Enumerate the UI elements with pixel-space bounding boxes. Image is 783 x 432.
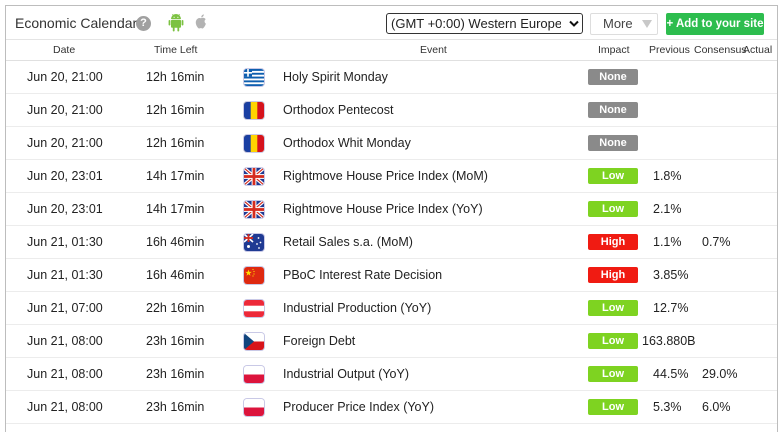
event-date: Jun 20, 23:01 xyxy=(27,169,103,183)
event-previous: 5.3% xyxy=(653,400,682,414)
impact-badge: Low xyxy=(588,168,638,184)
event-date: Jun 20, 21:00 xyxy=(27,136,103,150)
event-previous: 1.8% xyxy=(653,169,682,183)
event-previous: 3.85% xyxy=(653,268,689,282)
more-label: More xyxy=(603,16,633,31)
events-table: Jun 20, 21:00 12h 16min Holy Spirit Monday… xyxy=(6,61,777,424)
col-time-left[interactable]: Time Left xyxy=(154,44,197,56)
event-date: Jun 21, 08:00 xyxy=(27,367,103,381)
table-row[interactable]: Jun 20, 21:00 12h 16min Holy Spirit Monday… xyxy=(6,61,777,94)
table-row[interactable]: Jun 20, 23:01 14h 17min Rightmove House Pr… xyxy=(6,193,777,226)
event-time-left: 16h 46min xyxy=(146,268,205,282)
event-date: Jun 21, 01:30 xyxy=(27,268,103,282)
australia-flag-icon xyxy=(244,234,264,251)
uk-flag-icon xyxy=(244,201,264,218)
event-name[interactable]: Foreign Debt xyxy=(283,334,355,348)
impact-badge: Low xyxy=(588,366,638,382)
event-date: Jun 21, 01:30 xyxy=(27,235,103,249)
android-icon[interactable] xyxy=(168,13,184,33)
economic-calendar-widget: Economic Calendar ? (GMT +0:00) Western … xyxy=(5,5,778,432)
event-time-left: 23h 16min xyxy=(146,400,205,414)
widget-title: Economic Calendar xyxy=(15,15,138,31)
table-row[interactable]: Jun 21, 08:00 23h 16min Foreign Debt Low 163… xyxy=(6,325,777,358)
impact-badge: High xyxy=(588,267,638,283)
more-button[interactable]: More xyxy=(590,13,658,35)
event-name[interactable]: Producer Price Index (YoY) xyxy=(283,400,434,414)
help-icon[interactable]: ? xyxy=(136,16,151,31)
event-name[interactable]: Orthodox Whit Monday xyxy=(283,136,411,150)
greece-flag-icon xyxy=(244,69,264,86)
col-actual[interactable]: Actual xyxy=(743,44,772,56)
event-time-left: 14h 17min xyxy=(146,169,205,183)
event-date: Jun 20, 23:01 xyxy=(27,202,103,216)
uk-flag-icon xyxy=(244,168,264,185)
poland-flag-icon xyxy=(244,366,264,383)
impact-badge: None xyxy=(588,102,638,118)
col-impact[interactable]: Impact xyxy=(598,44,630,56)
table-row[interactable]: Jun 21, 08:00 23h 16min Industrial Output … xyxy=(6,358,777,391)
czech-flag-icon xyxy=(244,333,264,350)
poland-flag-icon xyxy=(244,399,264,416)
calendar-header: Economic Calendar ? (GMT +0:00) Western … xyxy=(6,6,777,40)
event-name[interactable]: Rightmove House Price Index (MoM) xyxy=(283,169,488,183)
table-row[interactable]: Jun 21, 01:30 16h 46min Retail Sales s.a. … xyxy=(6,226,777,259)
event-name[interactable]: Holy Spirit Monday xyxy=(283,70,388,84)
event-date: Jun 21, 08:00 xyxy=(27,400,103,414)
event-name[interactable]: Industrial Production (YoY) xyxy=(283,301,431,315)
event-consensus: 6.0% xyxy=(702,400,731,414)
table-row[interactable]: Jun 20, 21:00 12h 16min Orthodox Pentecost… xyxy=(6,94,777,127)
event-date: Jun 21, 07:00 xyxy=(27,301,103,315)
event-previous: 1.1% xyxy=(653,235,682,249)
col-date[interactable]: Date xyxy=(53,44,75,56)
impact-badge: High xyxy=(588,234,638,250)
romania-flag-icon xyxy=(244,102,264,119)
impact-badge: Low xyxy=(588,300,638,316)
impact-badge: Low xyxy=(588,201,638,217)
event-name[interactable]: PBoC Interest Rate Decision xyxy=(283,268,442,282)
event-time-left: 12h 16min xyxy=(146,136,205,150)
add-to-site-button[interactable]: + Add to your site xyxy=(666,13,764,35)
table-row[interactable]: Jun 21, 01:30 16h 46min PBoC Interest Rate… xyxy=(6,259,777,292)
col-consensus[interactable]: Consensus xyxy=(694,44,747,56)
timezone-value: (GMT +0:00) Western Europe Time xyxy=(391,16,561,31)
event-date: Jun 20, 21:00 xyxy=(27,103,103,117)
impact-badge: None xyxy=(588,69,638,85)
table-row[interactable]: Jun 21, 07:00 22h 16min Industrial Product… xyxy=(6,292,777,325)
timezone-select[interactable]: (GMT +0:00) Western Europe Time xyxy=(386,13,583,34)
event-time-left: 16h 46min xyxy=(146,235,205,249)
event-previous: 12.7% xyxy=(653,301,689,315)
event-previous: 44.5% xyxy=(653,367,689,381)
event-consensus: 0.7% xyxy=(702,235,731,249)
event-name[interactable]: Retail Sales s.a. (MoM) xyxy=(283,235,413,249)
event-consensus: 29.0% xyxy=(702,367,738,381)
event-name[interactable]: Industrial Output (YoY) xyxy=(283,367,409,381)
impact-badge: None xyxy=(588,135,638,151)
col-previous[interactable]: Previous xyxy=(649,44,690,56)
event-name[interactable]: Orthodox Pentecost xyxy=(283,103,393,117)
romania-flag-icon xyxy=(244,135,264,152)
column-headers: Date Time Left Event Impact Previous Con… xyxy=(6,40,777,61)
chevron-down-icon xyxy=(569,20,579,27)
event-time-left: 22h 16min xyxy=(146,301,205,315)
event-time-left: 23h 16min xyxy=(146,367,205,381)
china-flag-icon xyxy=(244,267,264,284)
event-time-left: 12h 16min xyxy=(146,70,205,84)
caret-down-icon xyxy=(642,20,652,28)
table-row[interactable]: Jun 20, 23:01 14h 17min Rightmove House Pr… xyxy=(6,160,777,193)
event-time-left: 23h 16min xyxy=(146,334,205,348)
apple-icon[interactable] xyxy=(193,13,209,32)
impact-badge: Low xyxy=(588,399,638,415)
event-previous: 163.880B xyxy=(642,334,696,348)
event-previous: 2.1% xyxy=(653,202,682,216)
event-time-left: 14h 17min xyxy=(146,202,205,216)
table-row[interactable]: Jun 21, 08:00 23h 16min Producer Price Ind… xyxy=(6,391,777,424)
impact-badge: Low xyxy=(588,333,638,349)
event-name[interactable]: Rightmove House Price Index (YoY) xyxy=(283,202,483,216)
table-row[interactable]: Jun 20, 21:00 12h 16min Orthodox Whit Mond… xyxy=(6,127,777,160)
col-event[interactable]: Event xyxy=(420,44,447,56)
event-date: Jun 21, 08:00 xyxy=(27,334,103,348)
event-time-left: 12h 16min xyxy=(146,103,205,117)
austria-flag-icon xyxy=(244,300,264,317)
event-date: Jun 20, 21:00 xyxy=(27,70,103,84)
